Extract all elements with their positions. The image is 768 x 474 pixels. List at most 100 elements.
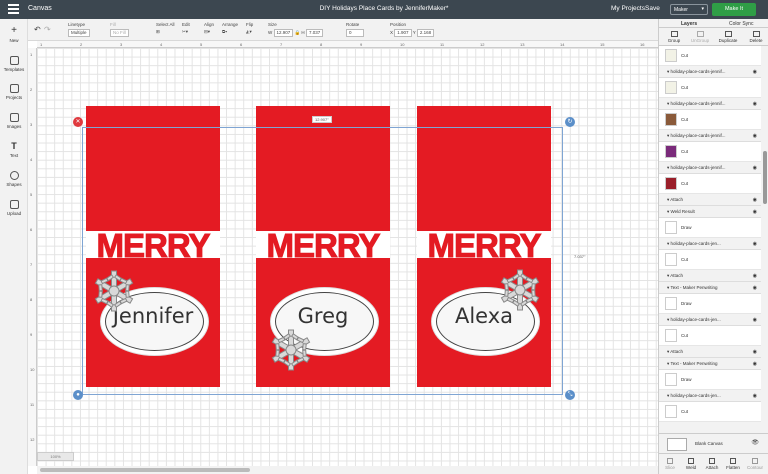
eye-icon[interactable]: ◉ (753, 133, 757, 139)
align-button[interactable]: Align ⊟▾ (204, 22, 214, 35)
layer-item-row[interactable]: Cut (659, 174, 761, 194)
arrange-icon: ⧉▾ (222, 29, 228, 34)
layer-item-row[interactable]: Draw (659, 218, 761, 238)
layer-item-row[interactable]: Draw (659, 294, 761, 314)
layer-group-row[interactable]: ▾ holiday-place-cards-jen... ◉ (659, 314, 761, 326)
sidebar-item-new[interactable]: + New (0, 26, 28, 44)
width-input[interactable]: 12.907 (273, 29, 294, 37)
delete-handle-icon[interactable]: ✕ (73, 117, 83, 127)
layer-item-row[interactable]: Cut (659, 326, 761, 346)
group-button[interactable]: Group (661, 31, 687, 43)
layer-group-row[interactable]: ▾ holiday-place-cards-jen... ◉ (659, 238, 761, 250)
eye-icon[interactable]: ◉ (753, 393, 757, 399)
lock-icon[interactable]: 🔒 (295, 30, 301, 35)
ruler-tick-label: 16 (640, 42, 645, 47)
eye-icon[interactable]: ◉ (753, 101, 757, 107)
group-icon (670, 31, 678, 37)
blank-canvas-row[interactable]: Blank Canvas 👁 (659, 433, 768, 453)
layer-group-row[interactable]: ▾ holiday-place-cards-jen... ◉ (659, 390, 761, 402)
layer-item-row[interactable]: Cut (659, 142, 761, 162)
rotate-handle-icon[interactable]: ↻ (565, 117, 575, 127)
text-icon: T (11, 141, 17, 151)
duplicate-button[interactable]: Duplicate (715, 31, 741, 43)
redo-icon[interactable]: ↷ (44, 25, 51, 34)
flip-button[interactable]: Flip ◭▾ (246, 22, 253, 35)
weld-icon (688, 458, 694, 464)
rotate-input[interactable]: 0 (346, 29, 364, 37)
sidebar-item-upload[interactable]: Upload (0, 200, 28, 216)
save-link[interactable]: Save (645, 5, 660, 12)
eye-icon[interactable]: ◉ (753, 241, 757, 247)
blank-canvas-swatch[interactable] (667, 438, 687, 451)
edit-button[interactable]: Edit ✂▾ (182, 22, 190, 35)
layer-item-row[interactable]: Draw (659, 370, 761, 390)
arrange-button[interactable]: Arrange ⧉▾ (222, 22, 238, 34)
eye-icon[interactable]: ◉ (753, 197, 757, 203)
zoom-control[interactable]: 100% (37, 452, 74, 461)
delete-button[interactable]: Delete (743, 31, 768, 43)
ruler-left: 1 2 3 4 5 6 7 8 9 10 11 12 (28, 48, 37, 466)
weld-button[interactable]: Weld (680, 458, 702, 470)
layer-group-row[interactable]: ▾ holiday-place-cards-jennif... ◉ (659, 130, 761, 142)
eye-icon[interactable]: ◉ (753, 273, 757, 279)
eye-icon[interactable]: ◉ (753, 165, 757, 171)
select-all-button[interactable]: Select All ⊞ (156, 22, 175, 35)
layer-group-row[interactable]: ▾ Attach ◉ (659, 270, 761, 282)
layer-group-row[interactable]: ▾ Attach ◉ (659, 346, 761, 358)
eye-icon[interactable]: ◉ (753, 317, 757, 323)
layer-item-row[interactable]: Cut (659, 78, 761, 98)
my-projects-link[interactable]: My Projects (611, 5, 645, 12)
layers-scrollbar[interactable] (762, 46, 768, 444)
layer-item-row[interactable]: Cut (659, 402, 761, 422)
sidebar-item-templates[interactable]: Templates (0, 56, 28, 72)
layer-item-row[interactable]: Cut (659, 46, 761, 66)
eye-icon[interactable]: ◉ (753, 69, 757, 75)
flatten-button[interactable]: Flatten (722, 458, 744, 470)
layer-item-row[interactable]: Cut (659, 250, 761, 270)
layer-thumbnail (665, 253, 677, 266)
y-input[interactable]: 2.168 (416, 29, 435, 37)
layer-group-row[interactable]: ▾ holiday-place-cards-jennif... ◉ (659, 98, 761, 110)
ungroup-button[interactable]: UnGroup (687, 31, 713, 43)
sidebar-item-images[interactable]: Images (0, 113, 28, 129)
x-input[interactable]: 1.907 (394, 29, 412, 37)
height-input[interactable]: 7.037 (305, 29, 324, 37)
align-icon: ⊟▾ (204, 29, 211, 34)
machine-select[interactable]: Maker ▾ (670, 4, 708, 15)
layer-group-row[interactable]: ▾ holiday-place-cards-jennif... ◉ (659, 162, 761, 174)
linetype-control[interactable]: Linetype Multiple (68, 22, 90, 37)
contour-button[interactable]: Contour (744, 458, 766, 470)
slice-button[interactable]: Slice (659, 458, 681, 470)
lock-handle-icon[interactable]: ● (73, 390, 83, 400)
layer-item-row[interactable]: Cut (659, 110, 761, 130)
fill-select[interactable]: No Fill (110, 29, 129, 37)
attach-button[interactable]: Attach (701, 458, 723, 470)
layer-thumbnail (665, 297, 677, 310)
layer-group-row[interactable]: ▾ Text - Maker Penwriting ◉ (659, 358, 761, 370)
make-it-button[interactable]: Make It (712, 3, 756, 16)
design-canvas[interactable]: MERRY Jennifer MERRY Greg MERRY Alexa ✕ … (37, 48, 658, 466)
layers-list: Cut ▾ holiday-place-cards-jennif... ◉ Cut ▾ … (659, 46, 761, 444)
undo-icon[interactable]: ↶ (34, 25, 41, 34)
layer-label: Cut (681, 181, 689, 186)
tab-color-sync[interactable]: Color Sync (729, 21, 753, 27)
layer-group-row[interactable]: ▾ Attach ◉ (659, 194, 761, 206)
eye-icon[interactable]: ◉ (753, 349, 757, 355)
resize-handle-icon[interactable]: ⤡ (565, 390, 575, 400)
horizontal-scrollbar[interactable] (37, 466, 658, 474)
layer-label: holiday-place-cards-jennif... (670, 101, 726, 106)
eye-icon[interactable]: ◉ (753, 361, 757, 367)
eye-icon[interactable]: ◉ (753, 209, 757, 215)
tab-layers[interactable]: Layers (681, 21, 697, 27)
eye-icon[interactable]: ◉ (753, 285, 757, 291)
fill-control[interactable]: Fill No Fill (110, 22, 129, 37)
sidebar-item-shapes[interactable]: Shapes (0, 171, 28, 187)
layer-group-row[interactable]: ▾ holiday-place-cards-jennif... ◉ (659, 66, 761, 78)
eye-icon[interactable]: 👁 (751, 439, 759, 446)
height-dimension-label: 7.037" (574, 254, 586, 259)
linetype-select[interactable]: Multiple (68, 29, 90, 37)
sidebar-item-text[interactable]: T Text (0, 141, 28, 159)
layer-group-row[interactable]: ▾ Weld Result ◉ (659, 206, 761, 218)
layer-group-row[interactable]: ▾ Text - Maker Penwriting ◉ (659, 282, 761, 294)
sidebar-item-projects[interactable]: Projects (0, 84, 28, 100)
